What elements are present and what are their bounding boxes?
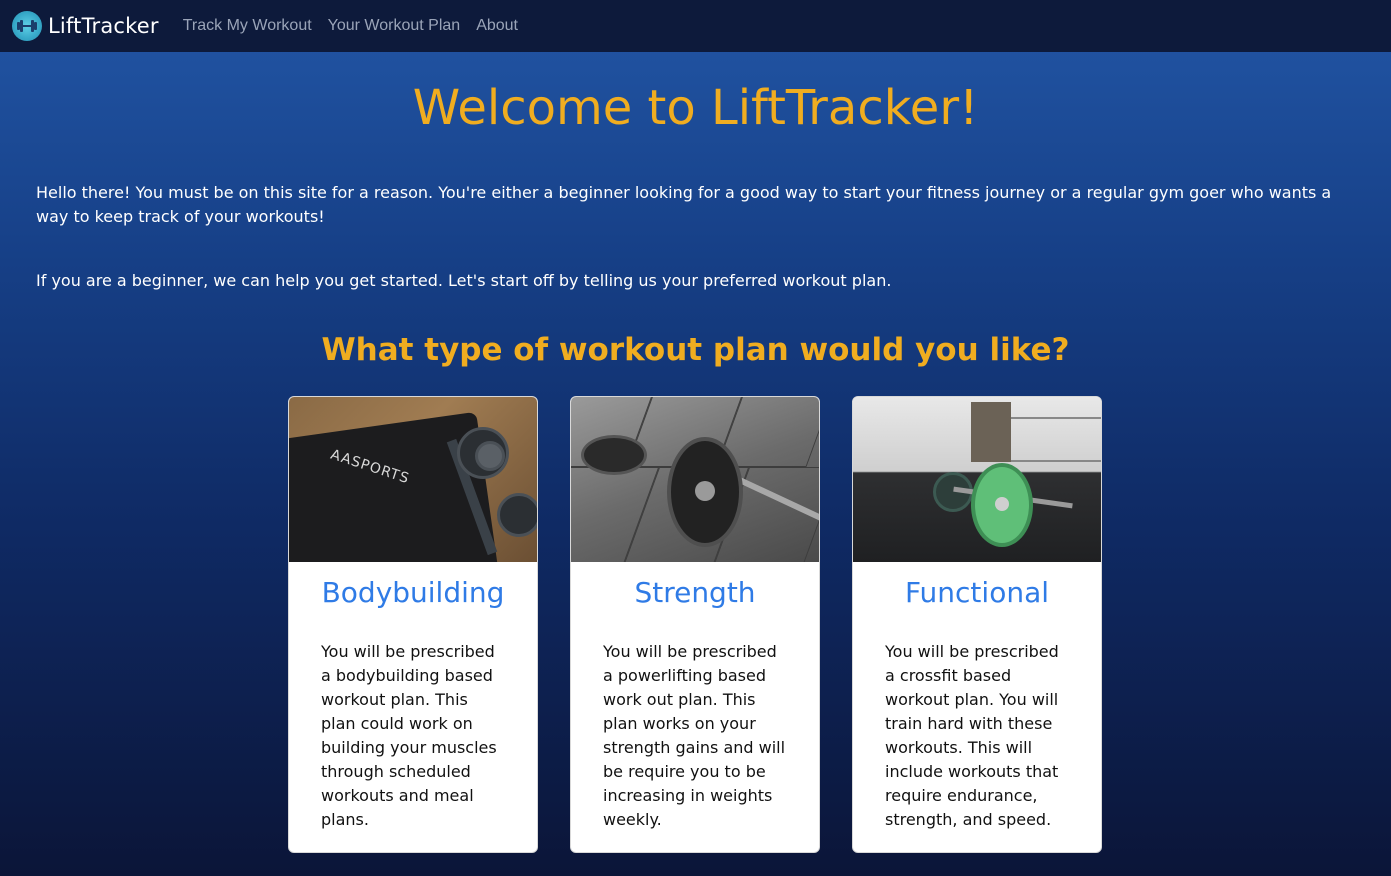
- card-description: You will be prescribed a powerlifting ba…: [603, 642, 786, 829]
- card-title: Functional: [904, 576, 1050, 609]
- navbar: LiftTracker Track My Workout Your Workou…: [0, 0, 1391, 52]
- plan-card-bodybuilding[interactable]: AASPORTS Bodybuilding You will be prescr…: [288, 396, 538, 853]
- plan-card-functional[interactable]: Functional You will be prescribed a cros…: [852, 396, 1102, 853]
- brand-name[interactable]: LiftTracker: [48, 14, 159, 38]
- plan-question-heading: What type of workout plan would you like…: [321, 332, 1070, 368]
- bodybuilding-image: AASPORTS: [289, 397, 537, 562]
- card-title: Strength: [634, 576, 756, 609]
- intro-paragraph-2: If you are a beginner, we can help you g…: [36, 271, 892, 290]
- brand[interactable]: LiftTracker: [12, 0, 159, 52]
- card-description: You will be prescribed a bodybuilding ba…: [321, 642, 497, 829]
- strength-image: [571, 397, 819, 562]
- page-title: Welcome to LiftTracker!: [412, 80, 979, 136]
- card-title: Bodybuilding: [321, 576, 505, 609]
- dumbbell-logo-icon: [12, 11, 42, 41]
- nav-your-workout-plan[interactable]: Your Workout Plan: [328, 17, 461, 35]
- nav-track-my-workout[interactable]: Track My Workout: [183, 17, 312, 35]
- functional-image: [853, 397, 1101, 562]
- intro-paragraph-1: Hello there! You must be on this site fo…: [36, 183, 1332, 226]
- card-description: You will be prescribed a crossfit based …: [885, 642, 1059, 829]
- plan-card-strength[interactable]: Strength You will be prescribed a powerl…: [570, 396, 820, 853]
- nav-links: Track My Workout Your Workout Plan About: [183, 17, 534, 35]
- nav-about[interactable]: About: [476, 17, 518, 35]
